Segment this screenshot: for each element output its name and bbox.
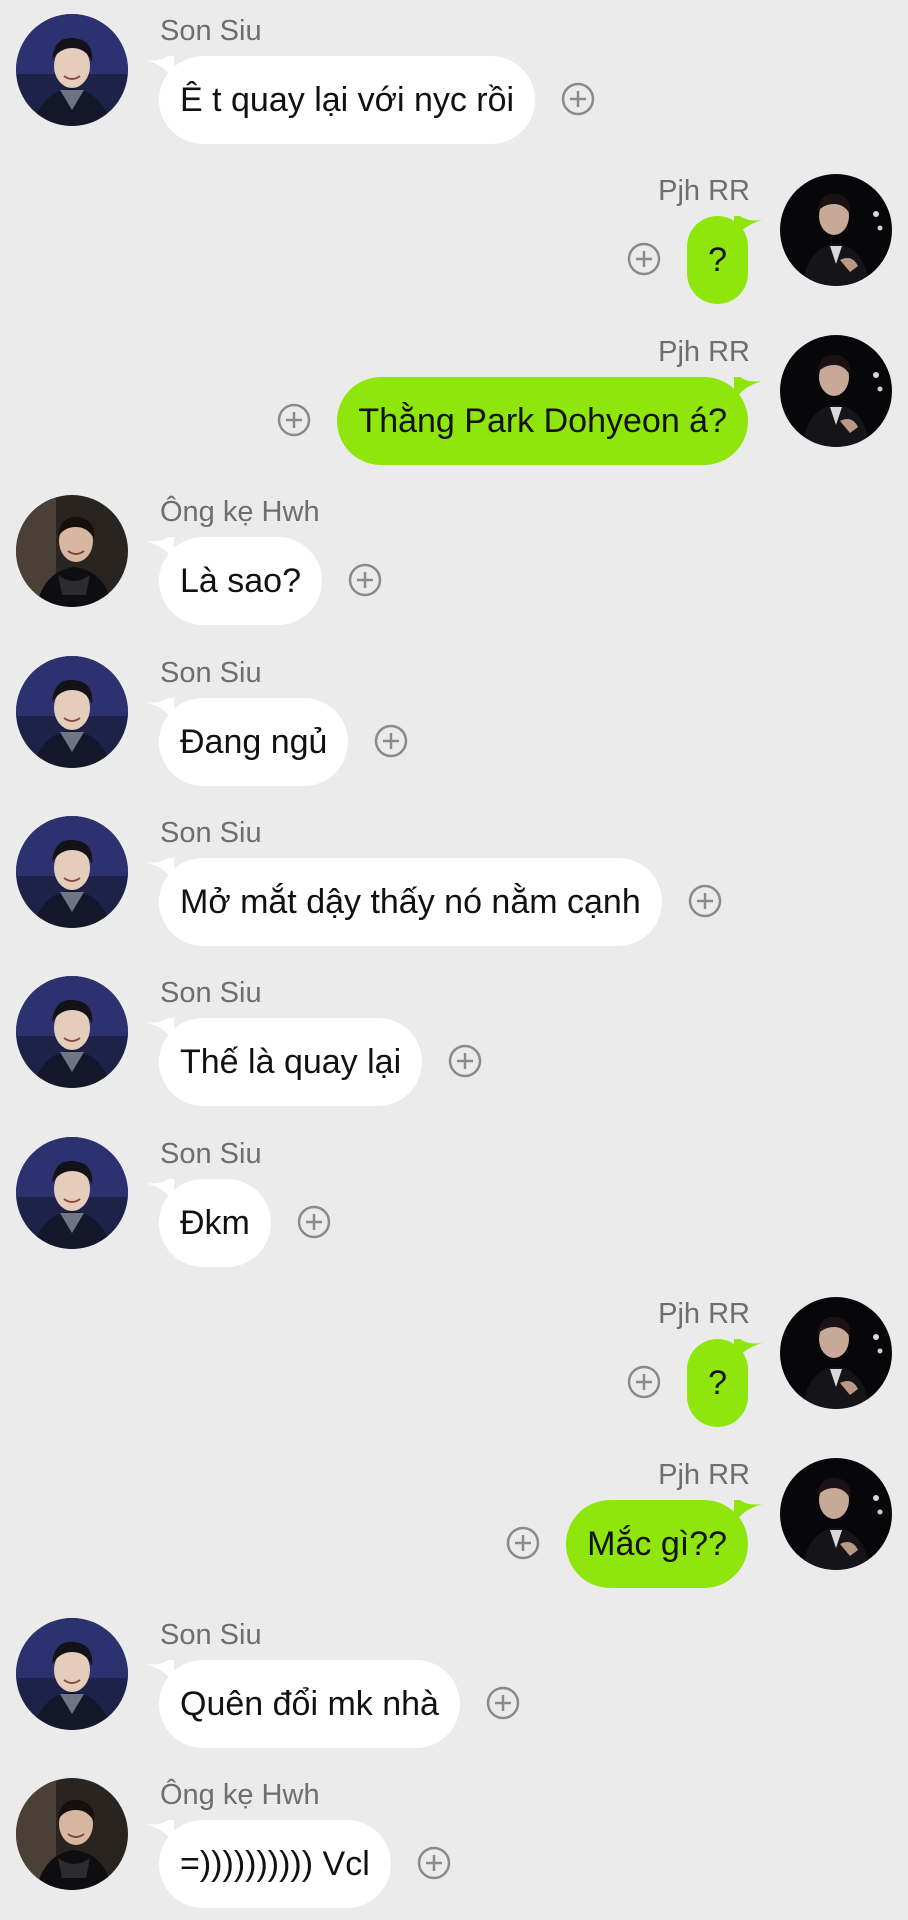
avatar[interactable] — [780, 334, 892, 447]
add-reaction-icon[interactable] — [417, 1846, 451, 1880]
avatar[interactable] — [16, 1778, 128, 1891]
message-bubble[interactable]: ? — [687, 1339, 748, 1428]
avatar[interactable] — [16, 14, 128, 126]
message-bubble[interactable]: Đkm — [159, 1178, 271, 1267]
add-reaction-icon[interactable] — [277, 403, 311, 437]
sender-name: Son Siu — [160, 1137, 262, 1170]
message-bubble[interactable]: Thằng Park Dohyeon á? — [337, 376, 748, 465]
sender-name: Son Siu — [160, 1619, 262, 1651]
avatar[interactable] — [16, 976, 128, 1089]
message-bubble[interactable]: Mắc gì?? — [566, 1499, 748, 1588]
avatar[interactable] — [780, 174, 892, 287]
sender-name: Pjh RR — [658, 1458, 750, 1491]
sender-name: Pjh RR — [658, 175, 750, 208]
avatar[interactable] — [16, 655, 128, 768]
message-bubble[interactable]: Ê t quay lại với nyc rồi — [159, 56, 536, 144]
add-reaction-icon[interactable] — [374, 724, 408, 758]
add-reaction-icon[interactable] — [506, 1526, 540, 1560]
avatar[interactable] — [780, 1457, 892, 1570]
add-reaction-icon[interactable] — [297, 1205, 331, 1239]
avatar[interactable] — [16, 816, 128, 928]
message-bubble[interactable]: Mở mắt dậy thấy nó nằm cạnh — [159, 858, 662, 946]
add-reaction-icon[interactable] — [627, 242, 661, 276]
add-reaction-icon[interactable] — [627, 1365, 661, 1399]
add-reaction-icon[interactable] — [561, 82, 595, 116]
sender-name: Son Siu — [160, 656, 262, 689]
sender-name: Ông kẹ Hwh — [160, 496, 320, 529]
message-bubble[interactable]: Đang ngủ — [159, 697, 349, 786]
chat-thread: Son Siu Ê t quay lại với nyc rồi Pjh RR? Pj… — [0, 0, 908, 1920]
add-reaction-icon[interactable] — [348, 563, 382, 597]
sender-name: Ông kẹ Hwh — [160, 1779, 320, 1812]
message-bubble[interactable]: ? — [687, 216, 748, 305]
add-reaction-icon[interactable] — [688, 884, 722, 918]
message-bubble[interactable]: =)))))))))) Vcl — [159, 1820, 391, 1909]
avatar[interactable] — [16, 495, 128, 608]
sender-name: Son Siu — [160, 977, 262, 1010]
avatar[interactable] — [16, 1618, 128, 1730]
sender-name: Son Siu — [160, 817, 262, 849]
sender-name: Son Siu — [160, 15, 262, 47]
message-bubble[interactable]: Là sao? — [159, 537, 322, 626]
sender-name: Pjh RR — [658, 1298, 750, 1331]
avatar[interactable] — [16, 1136, 128, 1249]
avatar[interactable] — [780, 1297, 892, 1410]
add-reaction-icon[interactable] — [448, 1044, 482, 1078]
message-bubble[interactable]: Quên đổi mk nhà — [159, 1660, 460, 1748]
sender-name: Pjh RR — [658, 335, 750, 368]
message-bubble[interactable]: Thế là quay lại — [159, 1018, 423, 1107]
add-reaction-icon[interactable] — [486, 1686, 520, 1720]
